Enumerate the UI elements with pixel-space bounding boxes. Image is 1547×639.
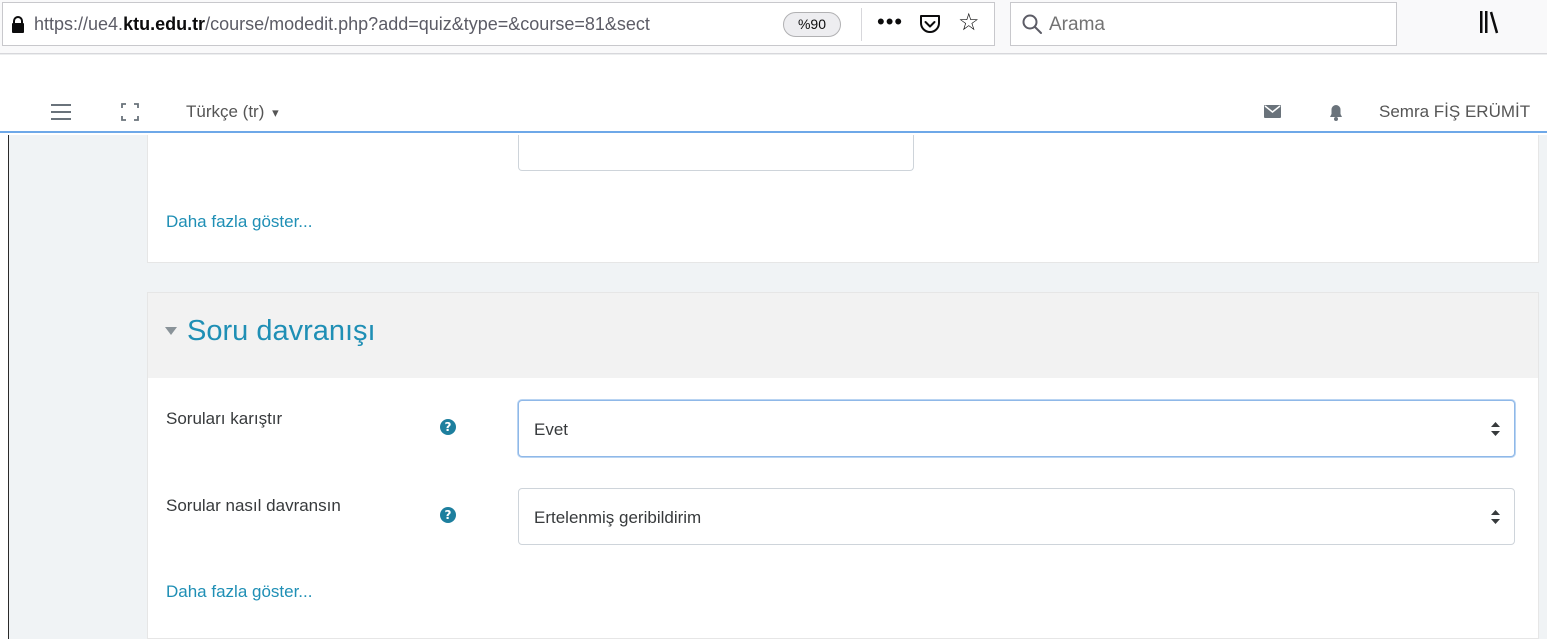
- hamburger-icon[interactable]: [51, 104, 71, 120]
- show-more-link[interactable]: Daha fazla göster...: [166, 212, 312, 232]
- mail-icon[interactable]: [1264, 105, 1281, 118]
- bell-icon[interactable]: [1329, 104, 1343, 121]
- bookmark-star-icon[interactable]: ☆: [958, 9, 980, 37]
- help-icon[interactable]: ?: [440, 507, 456, 523]
- search-bar[interactable]: Arama: [1010, 2, 1397, 46]
- select-arrows-icon: [1491, 510, 1500, 524]
- library-icon[interactable]: [1478, 9, 1500, 35]
- address-bar-divider: [861, 8, 862, 41]
- select-value: Evet: [534, 420, 569, 439]
- fullscreen-icon[interactable]: [121, 103, 139, 121]
- caret-down-icon[interactable]: [165, 327, 177, 335]
- show-more-link[interactable]: Daha fazla göster...: [166, 582, 312, 602]
- sidebar-strip: [9, 135, 119, 639]
- previous-section-input[interactable]: [518, 135, 914, 171]
- language-label: Türkçe (tr): [186, 102, 265, 121]
- address-bar[interactable]: https://ue4.ktu.edu.tr/course/modedit.ph…: [2, 2, 995, 46]
- question-behaviour-label: Sorular nasıl davransın: [166, 496, 341, 515]
- select-value: Ertelenmiş geribildirim: [534, 508, 702, 527]
- fieldset-header[interactable]: Soru davranışı: [148, 293, 1538, 378]
- question-behaviour-fieldset: Soru davranışı: [147, 292, 1539, 639]
- help-icon[interactable]: ?: [440, 419, 456, 435]
- search-placeholder: Arama: [1049, 14, 1105, 35]
- more-actions-icon[interactable]: •••: [877, 9, 903, 35]
- search-icon: [1022, 14, 1042, 34]
- question-behaviour-select[interactable]: Ertelenmiş geribildirim: [518, 488, 1515, 545]
- language-menu[interactable]: Türkçe (tr) ▾: [186, 102, 279, 122]
- shuffle-questions-label: Soruları karıştır: [166, 409, 283, 428]
- fieldset-legend[interactable]: Soru davranışı: [187, 315, 376, 348]
- zoom-level-badge[interactable]: %90: [783, 12, 841, 37]
- chevron-down-icon: ▾: [272, 105, 279, 120]
- user-menu[interactable]: Semra FİŞ ERÜMİT: [1379, 102, 1530, 122]
- lock-icon: [12, 16, 24, 33]
- browser-toolbar: https://ue4.ktu.edu.tr/course/modedit.ph…: [0, 0, 1547, 54]
- navbar-divider: [0, 54, 1547, 55]
- url-text[interactable]: https://ue4.ktu.edu.tr/course/modedit.ph…: [34, 14, 780, 35]
- shuffle-questions-select[interactable]: Evet: [518, 400, 1515, 457]
- window-left-edge: [0, 135, 9, 639]
- select-arrows-icon: [1491, 422, 1500, 436]
- pocket-icon[interactable]: [919, 13, 941, 35]
